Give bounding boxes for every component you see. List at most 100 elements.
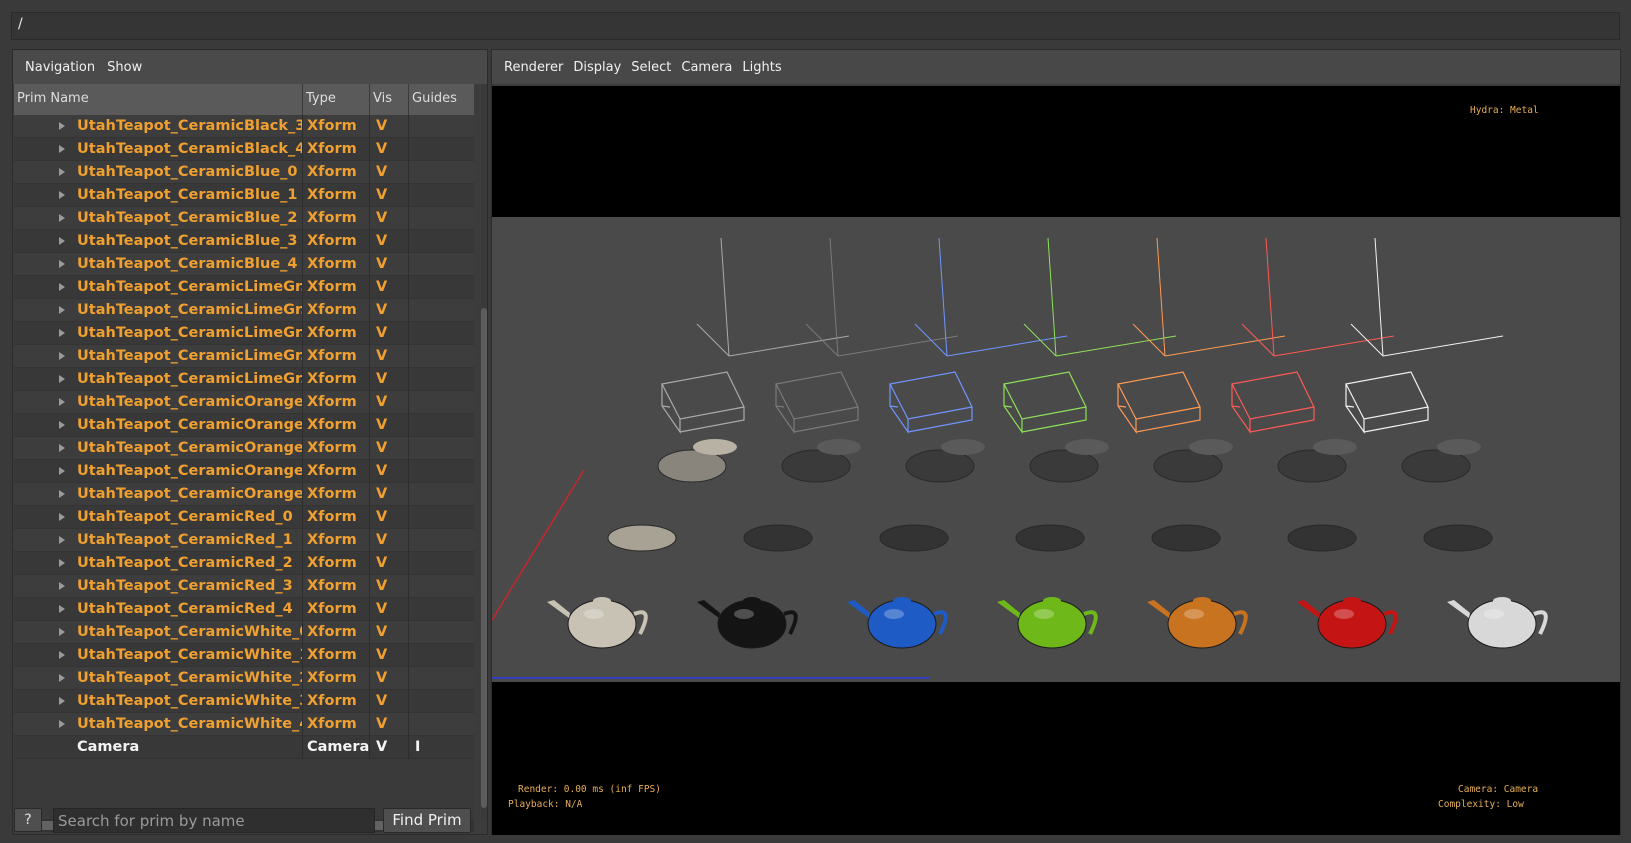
table-row[interactable]: UtahTeapot_CeramicRed_4 Xform V: [14, 598, 474, 621]
prim-name-cell[interactable]: UtahTeapot_CeramicRed_1: [14, 529, 303, 552]
table-row[interactable]: UtahTeapot_CeramicRed_3 Xform V: [14, 575, 474, 598]
prim-name-cell[interactable]: UtahTeapot_CeramicBlue_4: [14, 253, 303, 276]
prim-vis-cell[interactable]: V: [370, 253, 409, 276]
expand-arrow-icon[interactable]: [59, 283, 65, 291]
prim-vis-cell[interactable]: V: [370, 322, 409, 345]
prim-name-cell[interactable]: UtahTeapot_CeramicBlue_2: [14, 207, 303, 230]
expand-arrow-icon[interactable]: [59, 329, 65, 337]
prim-tree[interactable]: Prim Name Type Vis Guides UtahTeapot_Cer…: [14, 84, 474, 832]
menu-lights[interactable]: Lights: [742, 60, 781, 75]
expand-arrow-icon[interactable]: [59, 513, 65, 521]
prim-vis-cell[interactable]: V: [370, 437, 409, 460]
table-row[interactable]: UtahTeapot_CeramicLimeGr... Xform V: [14, 345, 474, 368]
prim-name-cell[interactable]: UtahTeapot_CeramicWhite_0: [14, 621, 303, 644]
prim-name-cell[interactable]: UtahTeapot_CeramicRed_2: [14, 552, 303, 575]
expand-arrow-icon[interactable]: [59, 375, 65, 383]
prim-vis-cell[interactable]: V: [370, 621, 409, 644]
table-row[interactable]: UtahTeapot_CeramicLimeGr... Xform V: [14, 368, 474, 391]
expand-arrow-icon[interactable]: [59, 237, 65, 245]
prim-name-cell[interactable]: Camera: [14, 736, 303, 759]
prim-vis-cell[interactable]: V: [370, 299, 409, 322]
prim-name-cell[interactable]: UtahTeapot_CeramicWhite_4: [14, 713, 303, 736]
prim-vis-cell[interactable]: V: [370, 161, 409, 184]
expand-arrow-icon[interactable]: [59, 720, 65, 728]
menu-show[interactable]: Show: [107, 60, 142, 75]
prim-name-cell[interactable]: UtahTeapot_CeramicBlack_4: [14, 138, 303, 161]
vertical-scrollbar-thumb[interactable]: [481, 308, 487, 808]
expand-arrow-icon[interactable]: [59, 605, 65, 613]
expand-arrow-icon[interactable]: [59, 444, 65, 452]
table-row[interactable]: UtahTeapot_CeramicBlue_0 Xform V: [14, 161, 474, 184]
prim-name-cell[interactable]: UtahTeapot_CeramicWhite_1: [14, 644, 303, 667]
prim-name-cell[interactable]: UtahTeapot_CeramicWhite_2: [14, 667, 303, 690]
expand-arrow-icon[interactable]: [59, 559, 65, 567]
table-row[interactable]: UtahTeapot_CeramicRed_0 Xform V: [14, 506, 474, 529]
prim-name-cell[interactable]: UtahTeapot_CeramicBlue_3: [14, 230, 303, 253]
table-row[interactable]: UtahTeapot_CeramicLimeGr... Xform V: [14, 299, 474, 322]
expand-arrow-icon[interactable]: [59, 490, 65, 498]
prim-name-cell[interactable]: UtahTeapot_CeramicWhite_3: [14, 690, 303, 713]
prim-vis-cell[interactable]: V: [370, 115, 409, 138]
prim-name-cell[interactable]: UtahTeapot_CeramicRed_4: [14, 598, 303, 621]
prim-name-cell[interactable]: UtahTeapot_CeramicRed_3: [14, 575, 303, 598]
prim-name-cell[interactable]: UtahTeapot_CeramicLimeGr...: [14, 276, 303, 299]
expand-arrow-icon[interactable]: [59, 191, 65, 199]
prim-vis-cell[interactable]: V: [370, 368, 409, 391]
prim-vis-cell[interactable]: V: [370, 138, 409, 161]
table-row[interactable]: Camera Camera V I: [14, 736, 474, 759]
prim-vis-cell[interactable]: V: [370, 184, 409, 207]
table-row[interactable]: UtahTeapot_CeramicBlue_2 Xform V: [14, 207, 474, 230]
prim-vis-cell[interactable]: V: [370, 575, 409, 598]
header-guides[interactable]: Guides: [409, 84, 474, 115]
path-bar[interactable]: /: [11, 12, 1620, 40]
prim-vis-cell[interactable]: V: [370, 690, 409, 713]
prim-name-cell[interactable]: UtahTeapot_CeramicBlack_3: [14, 115, 303, 138]
table-row[interactable]: UtahTeapot_CeramicBlue_4 Xform V: [14, 253, 474, 276]
table-row[interactable]: UtahTeapot_CeramicRed_1 Xform V: [14, 529, 474, 552]
header-vis[interactable]: Vis: [370, 84, 409, 115]
table-row[interactable]: UtahTeapot_CeramicOrange... Xform V: [14, 437, 474, 460]
table-row[interactable]: UtahTeapot_CeramicWhite_2 Xform V: [14, 667, 474, 690]
expand-arrow-icon[interactable]: [59, 145, 65, 153]
expand-arrow-icon[interactable]: [59, 306, 65, 314]
vertical-scrollbar[interactable]: [481, 84, 487, 822]
expand-arrow-icon[interactable]: [59, 651, 65, 659]
prim-vis-cell[interactable]: V: [370, 207, 409, 230]
expand-arrow-icon[interactable]: [59, 352, 65, 360]
expand-arrow-icon[interactable]: [59, 398, 65, 406]
table-row[interactable]: UtahTeapot_CeramicBlue_3 Xform V: [14, 230, 474, 253]
menu-select[interactable]: Select: [631, 60, 671, 75]
table-row[interactable]: UtahTeapot_CeramicOrange... Xform V: [14, 483, 474, 506]
table-row[interactable]: UtahTeapot_CeramicWhite_1 Xform V: [14, 644, 474, 667]
menu-display[interactable]: Display: [573, 60, 621, 75]
prim-vis-cell[interactable]: V: [370, 414, 409, 437]
prim-vis-cell[interactable]: V: [370, 598, 409, 621]
expand-arrow-icon[interactable]: [59, 260, 65, 268]
prim-name-cell[interactable]: UtahTeapot_CeramicLimeGr...: [14, 299, 303, 322]
prim-name-cell[interactable]: UtahTeapot_CeramicRed_0: [14, 506, 303, 529]
expand-arrow-icon[interactable]: [59, 536, 65, 544]
table-row[interactable]: UtahTeapot_CeramicBlack_4 Xform V: [14, 138, 474, 161]
prim-vis-cell[interactable]: V: [370, 276, 409, 299]
prim-vis-cell[interactable]: V: [370, 506, 409, 529]
prim-name-cell[interactable]: UtahTeapot_CeramicOrange...: [14, 483, 303, 506]
3d-viewport[interactable]: Hydra: Metal Render: 0.00 ms (inf FPS) P…: [492, 86, 1620, 835]
prim-search-input[interactable]: [53, 808, 375, 833]
expand-arrow-icon[interactable]: [59, 122, 65, 130]
table-row[interactable]: UtahTeapot_CeramicWhite_0 Xform V: [14, 621, 474, 644]
header-type[interactable]: Type: [303, 84, 370, 115]
prim-name-cell[interactable]: UtahTeapot_CeramicOrange...: [14, 414, 303, 437]
header-prim-name[interactable]: Prim Name: [14, 84, 303, 115]
table-row[interactable]: UtahTeapot_CeramicOrange... Xform V: [14, 391, 474, 414]
prim-vis-cell[interactable]: V: [370, 483, 409, 506]
expand-arrow-icon[interactable]: [59, 168, 65, 176]
table-row[interactable]: UtahTeapot_CeramicOrange... Xform V: [14, 460, 474, 483]
prim-vis-cell[interactable]: V: [370, 667, 409, 690]
expand-arrow-icon[interactable]: [59, 214, 65, 222]
table-row[interactable]: UtahTeapot_CeramicOrange... Xform V: [14, 414, 474, 437]
table-row[interactable]: UtahTeapot_CeramicLimeGr... Xform V: [14, 276, 474, 299]
prim-vis-cell[interactable]: V: [370, 345, 409, 368]
prim-vis-cell[interactable]: V: [370, 529, 409, 552]
prim-vis-cell[interactable]: V: [370, 460, 409, 483]
table-row[interactable]: UtahTeapot_CeramicWhite_3 Xform V: [14, 690, 474, 713]
